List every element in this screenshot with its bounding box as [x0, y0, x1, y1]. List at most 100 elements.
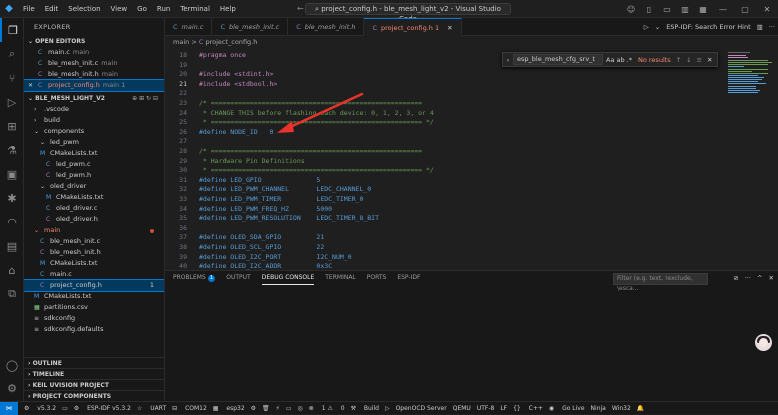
openocd-status[interactable]: OpenOCD Server — [396, 405, 447, 412]
tab-problems[interactable]: PROBLEMS 1 — [173, 271, 216, 285]
account-icon[interactable]: ◯ — [0, 353, 24, 377]
command-center[interactable]: ⌕ project_config.h - ble_mesh_light_v2 -… — [305, 3, 511, 23]
breadcrumb-file[interactable]: project_config.h — [205, 38, 257, 46]
close-icon[interactable]: ✕ — [447, 24, 452, 32]
ninja-status[interactable]: Ninja — [591, 405, 606, 412]
tab-project-config-h[interactable]: Cproject_config.h 1 ✕ — [364, 18, 462, 36]
tree-item-cmakelists[interactable]: M CMakeLists.txt — [24, 192, 164, 203]
tree-item-partitions-csv[interactable]: ▦ partitions.csv — [24, 302, 164, 313]
tree-item-oled-driver-c[interactable]: Coled_driver.c — [24, 203, 164, 214]
open-editor-item-active[interactable]: ✕ Cproject_config.h main 1 — [24, 79, 164, 92]
tree-item-cmakelists[interactable]: M CMakeLists.txt — [24, 148, 164, 159]
encoding-status[interactable]: UTF-8 — [477, 405, 495, 412]
tab-ble-mesh-init-c[interactable]: Cble_mesh_init.c — [212, 18, 289, 36]
eol-status[interactable]: LF — [500, 405, 507, 412]
layout-panel-icon[interactable]: ▭ — [658, 5, 676, 14]
find-options[interactable]: Aa ab .* — [606, 56, 632, 64]
maximize-panel-icon[interactable]: ^ — [757, 274, 762, 282]
tree-item-ble-mesh-init-c[interactable]: Cble_mesh_init.c — [24, 236, 164, 247]
menu-go[interactable]: Go — [132, 0, 152, 18]
platformio-icon[interactable]: ⌂ — [0, 258, 24, 282]
find-in-selection-icon[interactable]: ≡ — [697, 56, 702, 64]
customize-layout-icon[interactable]: ▦ — [694, 5, 712, 14]
close-icon[interactable]: ✕ — [707, 56, 712, 64]
explorer-actions-icon[interactable]: ⊕ ⊞ ↻ ⊟ — [132, 93, 158, 104]
tree-item-main[interactable]: ⌄ main — [24, 225, 164, 236]
tree-item-vscode[interactable]: › .vscode — [24, 104, 164, 115]
copilot-icon[interactable]: ☺ — [622, 5, 640, 14]
menu-run[interactable]: Run — [152, 0, 175, 18]
python-icon[interactable]: ⧉ — [0, 282, 24, 306]
esp-idf-search-hint[interactable]: ESP-IDF: Search Error Hint — [666, 23, 750, 31]
qemu-status[interactable]: QEMU — [453, 405, 471, 412]
open-editor-item[interactable]: Cble_mesh_init.h main — [24, 69, 164, 80]
tree-item-sdkconfig-defaults[interactable]: ≡ sdkconfig.defaults — [24, 324, 164, 335]
debug-icon[interactable]: ▷ — [385, 405, 390, 412]
source-control-icon[interactable]: ⑂ — [0, 66, 24, 90]
notifications-icon[interactable]: 🔔 — [637, 405, 644, 412]
tree-item-components[interactable]: ⌄ components — [24, 126, 164, 137]
search-icon[interactable]: ⌕ — [0, 42, 24, 66]
tree-item-cmakelists[interactable]: M CMakeLists.txt — [24, 258, 164, 269]
find-input[interactable]: esp_ble_mesh_cfg_srv_t — [513, 54, 603, 65]
tree-item-build[interactable]: › build — [24, 115, 164, 126]
explorer-icon[interactable]: ❐ — [0, 18, 24, 42]
settings-gear-icon[interactable]: ⚙ — [0, 376, 24, 400]
tree-item-led-pwm-c[interactable]: Cled_pwm.c — [24, 159, 164, 170]
tree-item-led-pwm[interactable]: ⌄ led_pwm — [24, 137, 164, 148]
chevron-down-icon[interactable]: ⌄ — [655, 23, 660, 31]
esp-idf-status[interactable]: ⚙ ESP-IDF v5.3.2 — [74, 405, 131, 412]
tree-item-main-c[interactable]: Cmain.c — [24, 269, 164, 280]
docker-icon[interactable]: ▤ — [0, 234, 24, 258]
maximize-icon[interactable]: ▢ — [734, 5, 756, 14]
tab-main-c[interactable]: Cmain.c — [165, 18, 213, 36]
next-match-icon[interactable]: ↓ — [686, 56, 691, 64]
menuconfig-icon[interactable]: ⚙ — [251, 405, 256, 412]
monitor-icon[interactable]: ▭ — [286, 405, 292, 412]
problems-status[interactable]: ⊗ 1 ⚠ 0 — [309, 405, 345, 412]
tab-ports[interactable]: PORTS — [367, 271, 387, 285]
toggle-replace-icon[interactable]: › — [503, 56, 513, 64]
close-icon[interactable]: ✕ — [769, 274, 774, 282]
open-editor-item[interactable]: Cble_mesh_init.c main — [24, 58, 164, 69]
flash-icon[interactable]: ⚡ — [276, 405, 280, 412]
code-editor[interactable]: 18 19 20 21 22 23 24 25 26 27 28 29 30 31 32 33 34 35 36 37… — [165, 48, 725, 270]
more-actions-icon[interactable]: ··· — [769, 23, 775, 31]
extensions-icon[interactable]: ⊞ — [0, 114, 24, 138]
tree-item-sdkconfig[interactable]: ≡ sdkconfig — [24, 313, 164, 324]
tab-esp-idf[interactable]: ESP-IDF — [397, 271, 420, 285]
tab-debug-console[interactable]: DEBUG CONSOLE — [261, 271, 315, 285]
run-icon[interactable]: ▷ — [644, 23, 649, 31]
go-live-status[interactable]: ◉ Go Live — [549, 405, 585, 412]
menu-edit[interactable]: Edit — [40, 0, 64, 18]
platform-status[interactable]: Win32 — [612, 405, 631, 412]
uart-status[interactable]: ☆ UART — [137, 405, 166, 412]
menu-selection[interactable]: Selection — [63, 0, 105, 18]
tree-item-oled-driver-h[interactable]: Coled_driver.h — [24, 214, 164, 225]
idf-version-status[interactable]: ⚙ v5.3.2 — [24, 405, 56, 412]
tree-item-ble-mesh-init-h[interactable]: Cble_mesh_init.h — [24, 247, 164, 258]
keil-project-header[interactable]: › KEIL UVISION PROJECT — [24, 379, 164, 390]
esp-idf-icon[interactable]: ✱ — [0, 186, 24, 210]
tab-output[interactable]: OUTPUT — [226, 271, 250, 285]
clear-console-icon[interactable]: ⊘ — [733, 274, 738, 282]
remote-explorer-icon[interactable]: ▣ — [0, 162, 24, 186]
minimap[interactable] — [725, 48, 778, 270]
folder-icon[interactable]: ▭ — [62, 405, 68, 412]
tab-ble-mesh-init-h[interactable]: Cble_mesh_init.h — [288, 18, 365, 36]
tree-item-project-config-h[interactable]: Cproject_config.h 1 — [24, 279, 164, 292]
tree-item-led-pwm-h[interactable]: Cled_pwm.h — [24, 170, 164, 181]
target-status[interactable]: ▦ esp32 — [213, 405, 245, 412]
timeline-header[interactable]: › TIMELINE — [24, 368, 164, 379]
clean-icon[interactable]: 🗑 — [262, 405, 270, 412]
open-editor-item[interactable]: Cmain.c main — [24, 47, 164, 58]
testing-icon[interactable]: ⚗ — [0, 138, 24, 162]
run-debug-icon[interactable]: ▷ — [0, 90, 24, 114]
close-icon[interactable]: ✕ — [756, 5, 778, 14]
project-header[interactable]: ⌄ BLE_MESH_LIGHT_V2 ⊕ ⊞ ↻ ⊟ — [24, 93, 164, 104]
split-editor-icon[interactable]: ▥ — [757, 23, 763, 31]
layout-sidebar-icon[interactable]: ▯ — [640, 5, 658, 14]
layout-split-icon[interactable]: ▥ — [676, 5, 694, 14]
minimize-icon[interactable]: — — [712, 5, 734, 14]
remote-icon[interactable]: ⋈ — [0, 401, 18, 415]
